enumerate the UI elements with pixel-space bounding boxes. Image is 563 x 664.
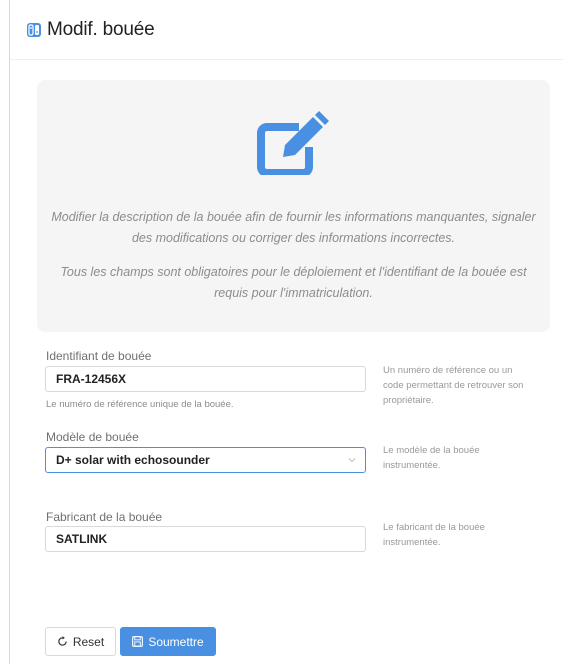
manufacturer-label: Fabricant de la bouée — [46, 510, 163, 524]
info-text-secondary: Tous les champs sont obligatoires pour l… — [60, 265, 527, 300]
info-panel: Modifier la description de la bouée afin… — [37, 80, 550, 332]
model-value: D+ solar with echosounder — [56, 453, 210, 467]
model-help: Le modèle de la bouée instrumentée. — [383, 445, 480, 471]
buoy-id-input[interactable]: FRA-12456X — [45, 366, 366, 392]
manufacturer-help: Le fabricant de la bouée instrumentée. — [383, 522, 485, 548]
switch-app-icon — [27, 22, 41, 37]
submit-label: Soumettre — [148, 634, 204, 649]
left-border — [9, 0, 10, 664]
chevron-down-icon — [348, 458, 356, 463]
model-label: Modèle de bouée — [46, 430, 139, 444]
manufacturer-input[interactable]: SATLINK — [45, 526, 366, 552]
page-title: Modif. bouée — [47, 18, 155, 40]
buoy-id-hint: Le numéro de référence unique de la boué… — [46, 399, 234, 410]
info-text-primary: Modifier la description de la bouée afin… — [51, 210, 536, 245]
buoy-id-value: FRA-12456X — [56, 372, 127, 386]
refresh-icon — [58, 636, 67, 646]
save-icon — [132, 636, 144, 647]
reset-button[interactable]: Reset — [45, 627, 116, 656]
submit-button[interactable]: Soumettre — [120, 627, 216, 656]
buoy-id-help: Un numéro de référence ou un code permet… — [383, 365, 524, 406]
model-select[interactable]: D+ solar with echosounder — [45, 447, 366, 473]
buoy-id-label: Identifiant de bouée — [46, 349, 152, 363]
manufacturer-value: SATLINK — [56, 532, 108, 546]
page-header: Modif. bouée — [10, 0, 563, 60]
reset-label: Reset — [72, 634, 105, 649]
edit-icon — [257, 111, 329, 175]
